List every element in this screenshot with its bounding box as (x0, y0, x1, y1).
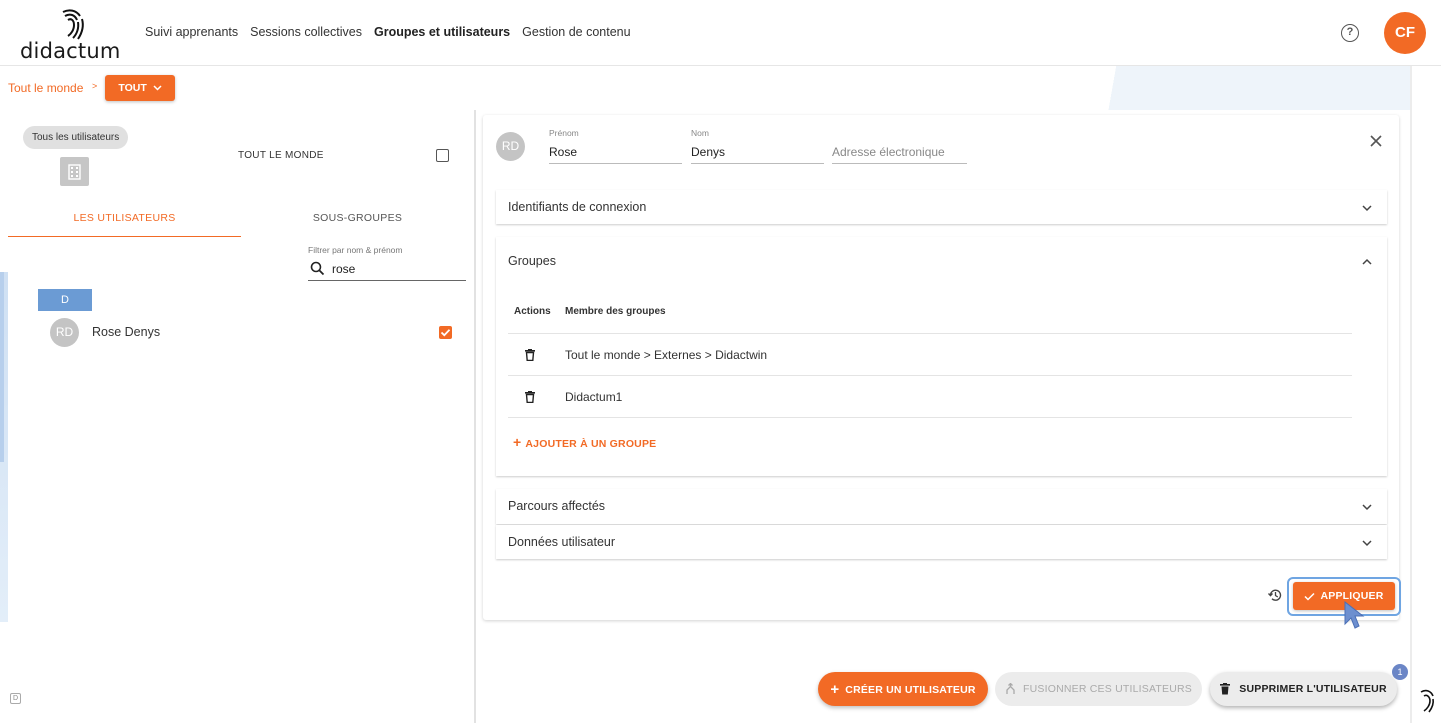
chevron-up-icon[interactable] (1362, 257, 1372, 267)
group-path: Tout le monde > Externes > Didactwin (565, 348, 768, 362)
search-icon (310, 261, 325, 276)
user-detail-card: RD Prénom Nom Identifiants de connexion … (483, 115, 1401, 620)
delete-user-button[interactable]: SUPPRIMER L'UTILISATEUR (1210, 672, 1397, 706)
top-header: didactum Suivi apprenants Sessions colle… (0, 0, 1441, 66)
fingerprint-icon[interactable] (1419, 689, 1437, 713)
add-to-group-button[interactable]: + AJOUTER À UN GROUPE (513, 434, 656, 450)
user-data-section-title: Données utilisateur (508, 535, 616, 549)
history-icon[interactable] (1267, 587, 1283, 603)
trash-icon[interactable] (525, 349, 535, 361)
merge-users-label: FUSIONNER CES UTILISATEURS (1023, 682, 1192, 695)
filter-label: Filtrer par nom & prénom (308, 245, 403, 255)
user-name: Rose Denys (92, 325, 161, 339)
groups-section-title[interactable]: Groupes (508, 254, 556, 268)
main-nav: Suivi apprenants Sessions collectives Gr… (145, 25, 631, 39)
logo-text: didactum (20, 39, 121, 63)
table-divider (508, 417, 1352, 418)
login-section[interactable]: Identifiants de connexion (496, 190, 1387, 224)
chevron-down-icon (153, 85, 162, 91)
fingerprint-logo-icon (62, 9, 84, 40)
tab-users[interactable]: LES UTILISATEURS (8, 204, 241, 237)
create-user-label: CRÉER UN UTILISATEUR (845, 683, 976, 696)
first-name-field (549, 138, 682, 164)
col-member: Membre des groupes (565, 306, 666, 317)
user-checkbox-checked[interactable] (439, 326, 452, 339)
trash-icon (1220, 683, 1231, 695)
merge-icon (1006, 682, 1015, 695)
chevron-down-icon (1362, 504, 1372, 511)
trash-icon[interactable] (525, 391, 535, 403)
help-icon[interactable]: ? (1341, 24, 1359, 42)
tab-subgroups[interactable]: SOUS-GROUPES (241, 204, 474, 237)
courses-section[interactable]: Parcours affectés (496, 489, 1387, 524)
tout-dropdown-label: TOUT (118, 82, 147, 94)
breadcrumb-separator: > (92, 81, 98, 91)
groups-section: Groupes Actions Membre des groupes Tout … (496, 237, 1387, 476)
first-name-input[interactable] (549, 141, 682, 163)
merge-users-button[interactable]: FUSIONNER CES UTILISATEURS (995, 672, 1202, 706)
first-name-label: Prénom (549, 128, 579, 138)
group-path: Didactum1 (565, 390, 623, 404)
card-avatar: RD (496, 132, 525, 161)
table-divider (508, 375, 1352, 376)
add-to-group-label: AJOUTER À UN GROUPE (525, 438, 657, 450)
create-user-button[interactable]: + CRÉER UN UTILISATEUR (818, 672, 988, 706)
search-field (308, 258, 466, 281)
everyone-checkbox[interactable] (436, 149, 449, 162)
left-scroll-thumb[interactable] (0, 272, 4, 462)
chevron-down-icon (1362, 205, 1372, 212)
email-input[interactable] (832, 141, 967, 163)
chevron-down-icon (1362, 540, 1372, 547)
everyone-label: TOUT LE MONDE (238, 150, 324, 161)
email-field (832, 138, 967, 164)
user-list-item[interactable]: RD Rose Denys (44, 313, 464, 351)
breadcrumb-background (1090, 66, 1410, 110)
nav-gestion-contenu[interactable]: Gestion de contenu (522, 25, 630, 39)
corner-letter-icon: D (10, 693, 21, 704)
table-divider (508, 333, 1352, 334)
didactum-logo[interactable]: didactum (20, 8, 130, 63)
nav-groupes-utilisateurs[interactable]: Groupes et utilisateurs (374, 25, 510, 39)
plus-icon: + (830, 680, 840, 698)
search-input[interactable] (332, 259, 462, 279)
mouse-cursor-icon (1344, 600, 1365, 629)
plus-icon: + (513, 434, 522, 450)
last-name-input[interactable] (691, 141, 824, 163)
building-icon (60, 157, 89, 186)
courses-section-title: Parcours affectés (508, 499, 606, 513)
notification-badge: 1 (1392, 664, 1408, 680)
breadcrumb-bar: Tout le monde > TOUT (0, 66, 1441, 110)
letter-group-header: D (38, 289, 92, 311)
close-icon[interactable] (1369, 134, 1383, 148)
check-icon (1304, 592, 1315, 601)
tout-dropdown-button[interactable]: TOUT (105, 75, 175, 101)
login-section-title: Identifiants de connexion (508, 200, 647, 214)
user-avatar[interactable]: CF (1384, 12, 1426, 54)
nav-sessions-collectives[interactable]: Sessions collectives (250, 25, 362, 39)
user-avatar-initials: RD (50, 318, 79, 347)
page-scrollbar[interactable] (1410, 66, 1412, 723)
user-data-section[interactable]: Données utilisateur (496, 525, 1387, 559)
col-actions: Actions (514, 306, 551, 317)
panel-divider (474, 110, 476, 723)
last-name-field (691, 138, 824, 164)
breadcrumb-root[interactable]: Tout le monde (8, 81, 83, 95)
check-icon (440, 329, 451, 337)
nav-suivi-apprenants[interactable]: Suivi apprenants (145, 25, 238, 39)
all-users-chip[interactable]: Tous les utilisateurs (23, 126, 129, 149)
delete-user-label: SUPPRIMER L'UTILISATEUR (1239, 682, 1387, 695)
last-name-label: Nom (691, 128, 709, 138)
